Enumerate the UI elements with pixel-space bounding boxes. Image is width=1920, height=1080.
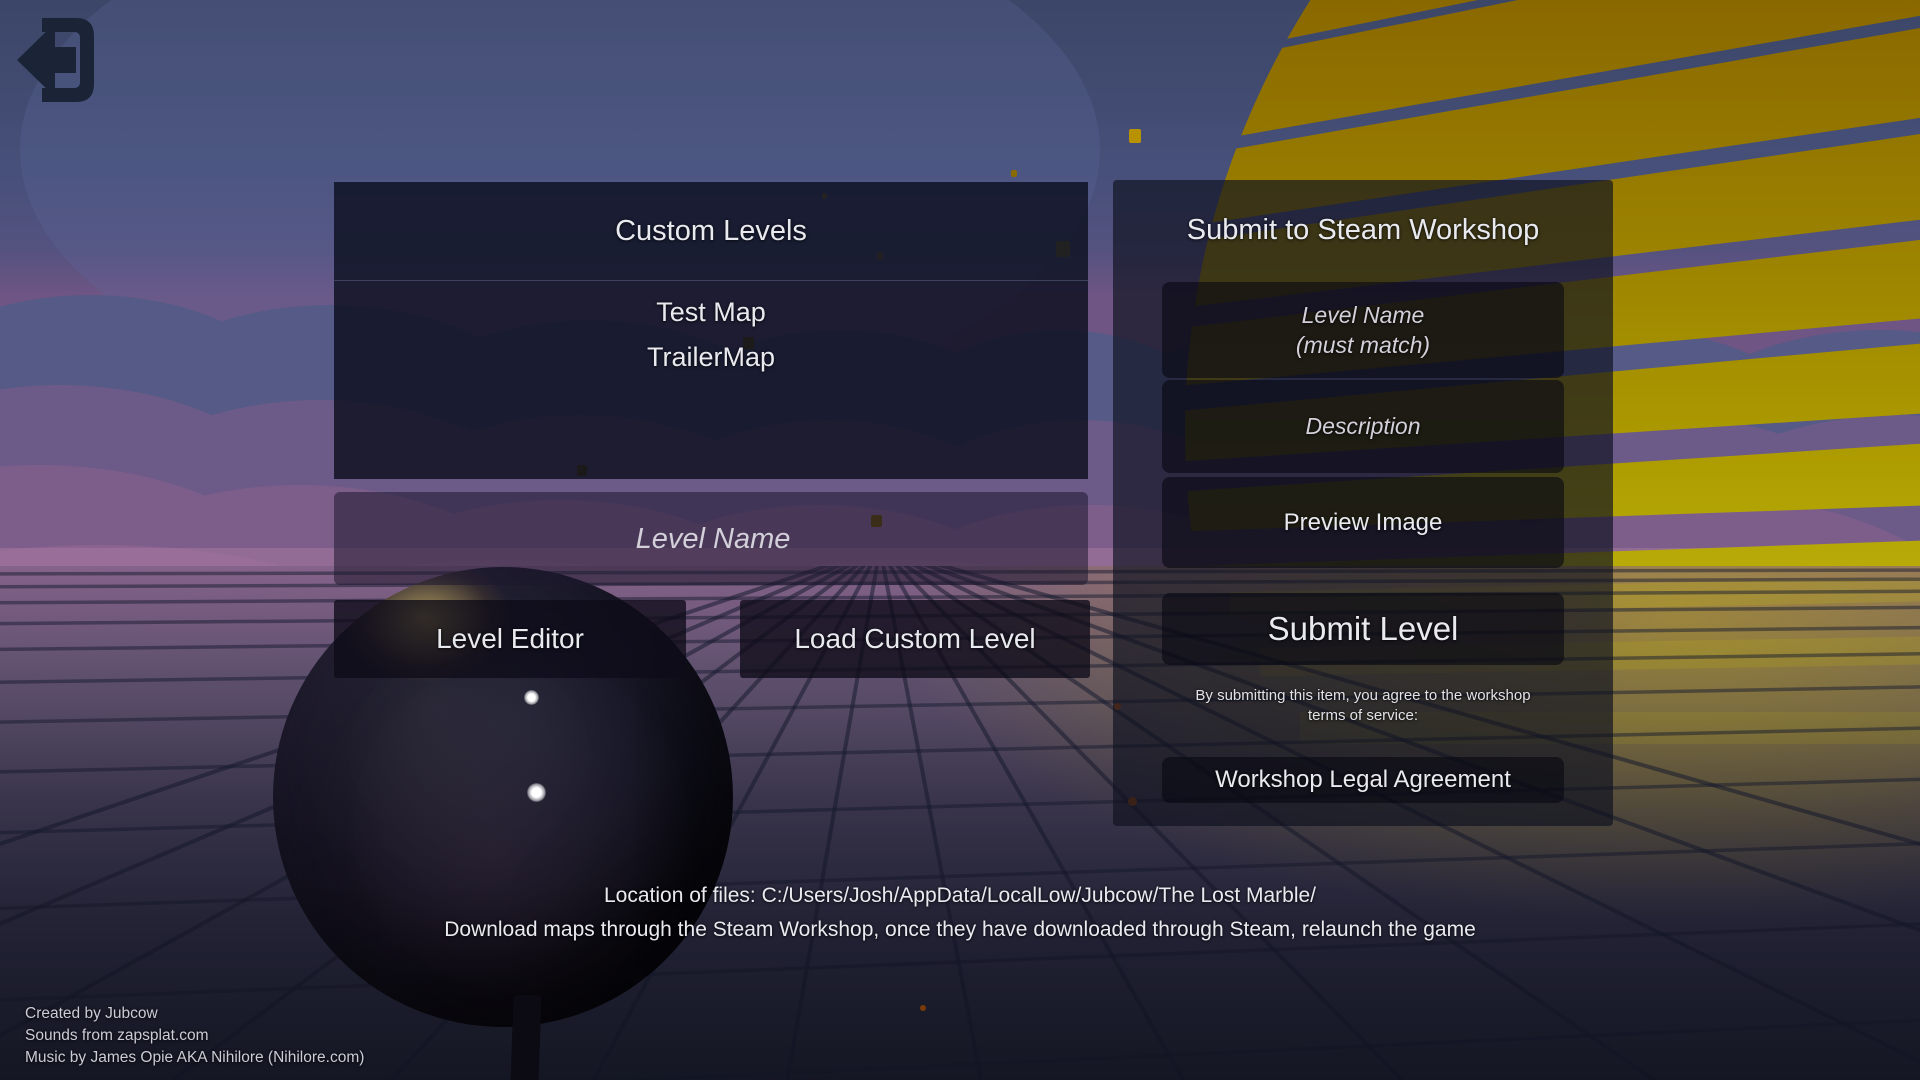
credit-line: Music by James Opie AKA Nihilore (Nihilo… <box>25 1047 364 1069</box>
level-list-item[interactable]: TrailerMap <box>334 335 1088 380</box>
custom-levels-list: Test Map TrailerMap <box>334 281 1088 479</box>
load-custom-level-button[interactable]: Load Custom Level <box>740 600 1090 678</box>
level-list-item[interactable]: Test Map <box>334 290 1088 335</box>
files-info-text: Location of files: C:/Users/Josh/AppData… <box>0 879 1920 947</box>
credit-line: Sounds from zapsplat.com <box>25 1025 364 1047</box>
files-location-line: Location of files: C:/Users/Josh/AppData… <box>0 879 1920 913</box>
exit-button[interactable] <box>12 10 112 110</box>
preview-image-label: Preview Image <box>1284 509 1443 537</box>
submit-level-button[interactable]: Submit Level <box>1162 593 1564 665</box>
workshop-title-text: Submit to Steam Workshop <box>1187 214 1539 247</box>
workshop-level-name-placeholder-note: (must match) <box>1296 330 1430 360</box>
marble-highlight <box>527 783 546 802</box>
level-name-field-wrap <box>334 492 1088 585</box>
credits-text: Created by Jubcow Sounds from zapsplat.c… <box>25 1003 364 1069</box>
custom-levels-title: Custom Levels <box>615 215 807 248</box>
particle <box>920 1005 926 1011</box>
workshop-description-placeholder: Description <box>1305 413 1420 440</box>
workshop-title: Submit to Steam Workshop <box>1113 180 1613 280</box>
custom-levels-header: Custom Levels <box>334 182 1088 281</box>
marble-highlight <box>524 690 539 705</box>
exit-back-icon <box>12 10 112 110</box>
workshop-download-line: Download maps through the Steam Workshop… <box>0 913 1920 947</box>
level-editor-button[interactable]: Level Editor <box>334 600 686 678</box>
submit-level-label: Submit Level <box>1268 610 1459 648</box>
workshop-level-name-field[interactable]: Level Name (must match) <box>1162 282 1564 378</box>
level-editor-label: Level Editor <box>436 623 584 655</box>
workshop-terms-line2: terms of service: <box>1133 706 1593 726</box>
workshop-description-field[interactable]: Description <box>1162 380 1564 473</box>
workshop-level-name-placeholder: Level Name <box>1302 300 1425 330</box>
workshop-legal-agreement-button[interactable]: Workshop Legal Agreement <box>1162 757 1564 803</box>
load-custom-level-label: Load Custom Level <box>794 623 1035 655</box>
workshop-terms-text: By submitting this item, you agree to th… <box>1133 686 1593 726</box>
preview-image-button[interactable]: Preview Image <box>1162 477 1564 568</box>
level-name-input[interactable] <box>334 492 1092 587</box>
particle <box>1129 129 1141 143</box>
marble-stand <box>510 995 541 1080</box>
particle <box>1011 170 1017 177</box>
workshop-terms-line1: By submitting this item, you agree to th… <box>1133 686 1593 706</box>
workshop-legal-agreement-label: Workshop Legal Agreement <box>1215 766 1511 794</box>
credit-line: Created by Jubcow <box>25 1003 364 1025</box>
workshop-panel: Submit to Steam Workshop Level Name (mus… <box>1113 180 1613 826</box>
game-menu-screen: Custom Levels Test Map TrailerMap Level … <box>0 0 1920 1080</box>
